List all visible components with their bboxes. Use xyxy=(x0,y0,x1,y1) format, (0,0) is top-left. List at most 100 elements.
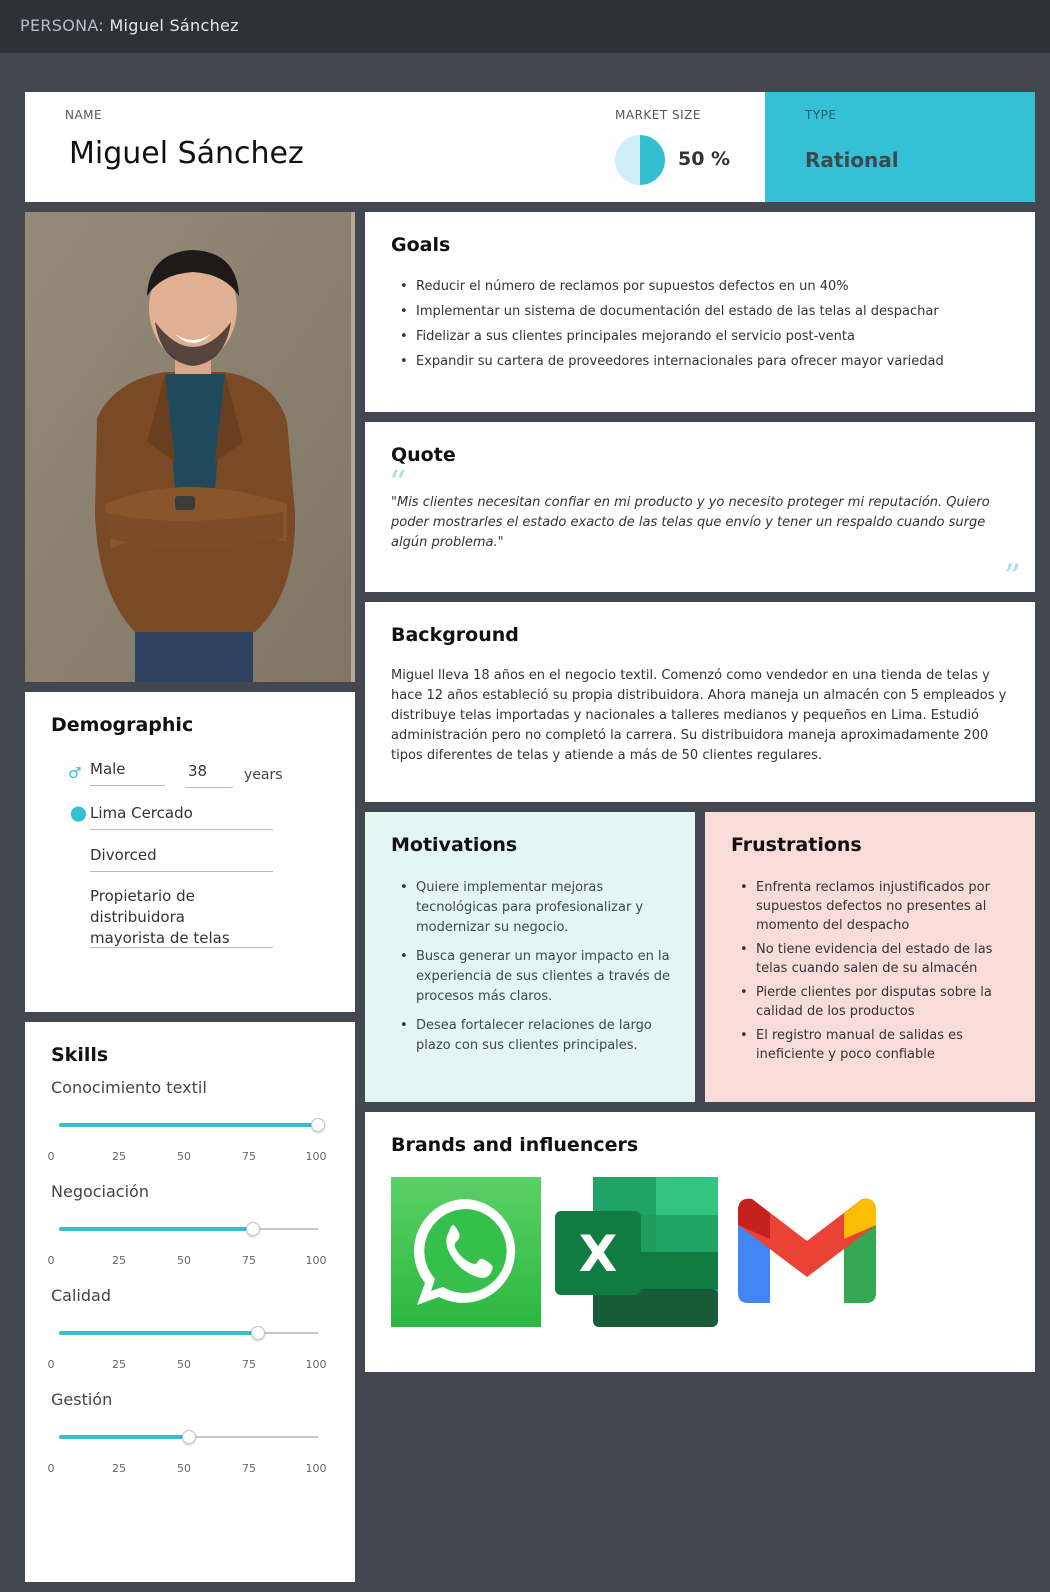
skill-track[interactable] xyxy=(59,1430,318,1444)
brands-section: Brands and influencers X xyxy=(365,1112,1035,1372)
whatsapp-logo[interactable] xyxy=(391,1177,541,1327)
motivations-title: Motivations xyxy=(391,834,518,856)
tick-label: 75 xyxy=(242,1462,256,1475)
persona-name-field[interactable]: Miguel Sánchez xyxy=(69,136,304,171)
persona-type-card: TYPE Rational xyxy=(765,92,1035,202)
tick-label: 50 xyxy=(177,1254,191,1267)
type-value[interactable]: Rational xyxy=(805,148,899,172)
location-field[interactable]: Lima Cercado xyxy=(90,804,273,830)
close-quote-icon: ” xyxy=(1003,557,1021,597)
skill-track[interactable] xyxy=(59,1326,318,1340)
frustrations-list: Enfrenta reclamos injustificados por sup… xyxy=(731,878,1021,1069)
persona-header: NAME Miguel Sánchez MARKET SIZE 50 % xyxy=(25,92,765,202)
skill-handle[interactable] xyxy=(181,1430,196,1444)
type-label: TYPE xyxy=(805,108,837,122)
tick-label: 0 xyxy=(47,1254,55,1267)
brands-title: Brands and influencers xyxy=(391,1134,639,1156)
skill-fill xyxy=(59,1227,254,1231)
quote-text[interactable]: "Mis clientes necesitan confiar en mi pr… xyxy=(391,493,1011,553)
tick-label: 50 xyxy=(177,1358,191,1371)
persona-photo[interactable] xyxy=(25,212,355,682)
quote-section: Quote “ "Mis clientes necesitan confiar … xyxy=(365,422,1035,597)
frustration-item[interactable]: No tiene evidencia del estado de las tel… xyxy=(731,940,1021,978)
tick-label: 25 xyxy=(112,1150,126,1163)
skill-name: Calidad xyxy=(51,1286,111,1305)
skill-slider: Negociación 0 25 50 75 100 xyxy=(25,1182,355,1282)
skill-slider: Gestión 0 25 50 75 100 xyxy=(25,1390,355,1490)
frustrations-title: Frustrations xyxy=(731,834,862,856)
demographic-section: Demographic ♂ Male 38 years ⬤ Lima Cerca… xyxy=(25,692,355,1012)
frustration-item[interactable]: Pierde clientes por disputas sobre la ca… xyxy=(731,983,1021,1021)
male-icon: ♂ xyxy=(68,764,82,782)
motivations-section: Motivations Quiere implementar mejoras t… xyxy=(365,812,695,1102)
market-size-label: MARKET SIZE xyxy=(615,108,701,122)
tick-label: 0 xyxy=(47,1150,55,1163)
tick-label: 75 xyxy=(242,1358,256,1371)
top-bar: PERSONA: Miguel Sánchez xyxy=(0,0,1050,53)
occupation-field[interactable]: Propietario de distribuidora mayorista d… xyxy=(90,886,273,948)
age-unit-label: years xyxy=(244,767,283,783)
skill-name: Gestión xyxy=(51,1390,113,1409)
motivation-item[interactable]: Desea fortalecer relaciones de largo pla… xyxy=(391,1016,681,1056)
tick-label: 50 xyxy=(177,1150,191,1163)
goal-item[interactable]: Expandir su cartera de proveedores inter… xyxy=(391,353,1021,370)
skill-fill xyxy=(59,1331,259,1335)
gmail-logo[interactable] xyxy=(738,1197,876,1303)
location-pin-icon: ⬤ xyxy=(70,804,87,822)
name-label: NAME xyxy=(65,108,103,122)
age-field[interactable]: 38 xyxy=(185,762,233,788)
skill-slider: Conocimiento textil 0 25 50 75 100 xyxy=(25,1078,355,1178)
frustrations-section: Frustrations Enfrenta reclamos injustifi… xyxy=(705,812,1035,1102)
title-prefix: PERSONA: xyxy=(20,16,105,35)
tick-label: 100 xyxy=(305,1254,327,1267)
tick-label: 25 xyxy=(112,1254,126,1267)
goals-title: Goals xyxy=(391,234,451,256)
tick-label: 50 xyxy=(177,1462,191,1475)
skill-track[interactable] xyxy=(59,1118,325,1132)
background-text[interactable]: Miguel lleva 18 años en el negocio texti… xyxy=(391,666,1016,766)
window-title: PERSONA: Miguel Sánchez xyxy=(20,16,239,35)
frustration-item[interactable]: Enfrenta reclamos injustificados por sup… xyxy=(731,878,1021,935)
skill-name: Conocimiento textil xyxy=(51,1078,207,1097)
background-section: Background Miguel lleva 18 años en el ne… xyxy=(365,602,1035,802)
skills-section: Skills Conocimiento textil 0 25 50 75 10… xyxy=(25,1022,355,1582)
tick-label: 100 xyxy=(305,1462,327,1475)
excel-logo[interactable]: X xyxy=(555,1177,720,1327)
gmail-icon xyxy=(738,1198,876,1303)
tick-label: 75 xyxy=(242,1150,256,1163)
skill-handle[interactable] xyxy=(246,1222,261,1236)
skill-fill xyxy=(59,1123,318,1127)
goal-item[interactable]: Implementar un sistema de documentación … xyxy=(391,303,1021,320)
svg-text:X: X xyxy=(579,1225,618,1283)
motivations-list: Quiere implementar mejoras tecnológicas … xyxy=(391,878,681,1065)
tick-label: 25 xyxy=(112,1358,126,1371)
tick-label: 0 xyxy=(47,1358,55,1371)
skill-handle[interactable] xyxy=(311,1118,325,1132)
skill-name: Negociación xyxy=(51,1182,149,1201)
marital-status-field[interactable]: Divorced xyxy=(90,846,273,872)
skills-title: Skills xyxy=(51,1044,109,1066)
gender-field[interactable]: Male xyxy=(90,760,165,786)
tick-label: 100 xyxy=(305,1358,327,1371)
motivation-item[interactable]: Quiere implementar mejoras tecnológicas … xyxy=(391,878,681,938)
market-size-pie xyxy=(615,135,665,185)
persona-photo-illustration xyxy=(25,212,355,682)
goal-item[interactable]: Reducir el número de reclamos por supues… xyxy=(391,278,1021,295)
tick-label: 100 xyxy=(305,1150,327,1163)
market-size-value[interactable]: 50 % xyxy=(678,148,730,170)
whatsapp-icon xyxy=(413,1199,516,1305)
goals-list: Reducir el número de reclamos por supues… xyxy=(391,278,1021,378)
motivation-item[interactable]: Busca generar un mayor impacto en la exp… xyxy=(391,947,681,1007)
background-title: Background xyxy=(391,624,519,646)
excel-icon: X xyxy=(555,1177,718,1327)
tick-label: 75 xyxy=(242,1254,256,1267)
frustration-item[interactable]: El registro manual de salidas es inefici… xyxy=(731,1026,1021,1064)
skill-track[interactable] xyxy=(59,1222,318,1236)
demographic-title: Demographic xyxy=(51,714,194,736)
goal-item[interactable]: Fidelizar a sus clientes principales mej… xyxy=(391,328,1021,345)
tick-label: 25 xyxy=(112,1462,126,1475)
skill-fill xyxy=(59,1435,189,1439)
goals-section: Goals Reducir el número de reclamos por … xyxy=(365,212,1035,412)
tick-label: 0 xyxy=(47,1462,55,1475)
skill-handle[interactable] xyxy=(251,1326,266,1340)
